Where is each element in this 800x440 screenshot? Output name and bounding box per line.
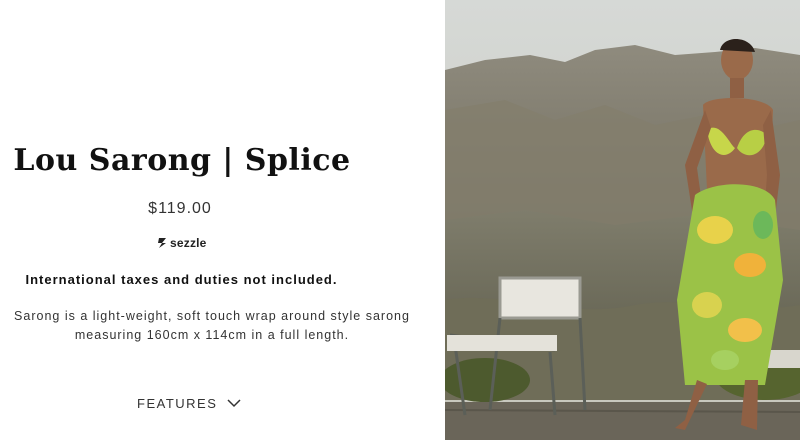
- sezzle-logo-icon: [157, 237, 168, 249]
- product-price: $119.00: [148, 200, 212, 217]
- features-toggle[interactable]: FEATURES: [137, 393, 241, 413]
- product-page: Lou Sarong | Splice $119.00 sezzle Inter…: [0, 0, 800, 440]
- product-image: [445, 0, 800, 440]
- product-info-panel: Lou Sarong | Splice $119.00 sezzle Inter…: [0, 0, 445, 440]
- tax-notice: International taxes and duties not inclu…: [25, 272, 338, 287]
- product-title: Lou Sarong | Splice: [13, 143, 351, 178]
- sezzle-badge[interactable]: sezzle: [157, 236, 207, 250]
- description-line: measuring 160cm x 114cm in a full length…: [74, 328, 350, 342]
- sezzle-label: sezzle: [170, 236, 207, 250]
- features-label: FEATURES: [137, 395, 218, 411]
- chevron-down-icon: [227, 396, 241, 411]
- description-line: Sarong is a light-weight, soft touch wra…: [14, 309, 410, 323]
- product-description: Sarong is a light-weight, soft touch wra…: [0, 307, 434, 345]
